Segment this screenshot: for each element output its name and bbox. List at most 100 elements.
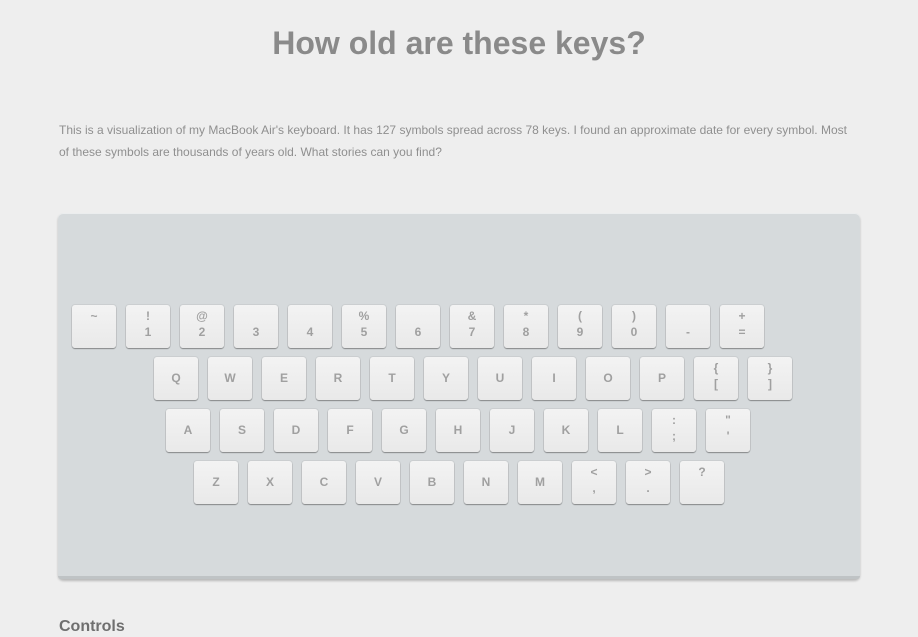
key-label: I xyxy=(552,371,556,385)
key-base-symbol: 7 xyxy=(468,325,476,339)
key-label: T xyxy=(388,371,396,385)
key-base-symbol: 4 xyxy=(306,325,314,339)
key-symbol[interactable]: & 7 xyxy=(450,305,494,348)
key-o[interactable]: O xyxy=(586,357,630,400)
key-shift-symbol: > xyxy=(644,465,652,479)
keyboard-visualization: ~! 1 @2 3 4% 5 6 & 7 * 8(9) 0- + = Q W E R T Y U I O P{[}] A S D F G… xyxy=(58,213,860,579)
key-label: G xyxy=(399,423,409,437)
key-shift-symbol: : xyxy=(672,413,676,427)
key-label: U xyxy=(495,371,505,385)
key-shift-symbol: & xyxy=(467,309,477,323)
key-label: Z xyxy=(212,475,220,489)
key-b[interactable]: B xyxy=(410,461,454,504)
key-label: F xyxy=(346,423,354,437)
key-label: N xyxy=(481,475,491,489)
key-a[interactable]: A xyxy=(166,409,210,452)
key-base-symbol: = xyxy=(738,325,746,339)
key-base-symbol: 9 xyxy=(576,325,584,339)
key-base-symbol: [ xyxy=(714,377,718,391)
key-t[interactable]: T xyxy=(370,357,414,400)
controls-heading: Controls xyxy=(59,618,125,635)
key-symbol[interactable]: " ' xyxy=(706,409,750,452)
key-p[interactable]: P xyxy=(640,357,684,400)
key-base-symbol: ; xyxy=(672,429,676,443)
key-label: R xyxy=(333,371,343,385)
key-label: Y xyxy=(441,371,450,385)
key-base-symbol: . xyxy=(646,481,650,495)
key-symbol[interactable]: @2 xyxy=(180,305,224,348)
key-base-symbol: 6 xyxy=(414,325,422,339)
key-symbol[interactable]: }] xyxy=(748,357,792,400)
key-n[interactable]: N xyxy=(464,461,508,504)
key-label: A xyxy=(183,423,193,437)
key-base-symbol: 5 xyxy=(360,325,368,339)
key-symbol[interactable]: ) 0 xyxy=(612,305,656,348)
key-e[interactable]: E xyxy=(262,357,306,400)
key-label: Q xyxy=(171,371,181,385)
key-symbol[interactable]: ! 1 xyxy=(126,305,170,348)
page-title: How old are these keys? xyxy=(272,25,646,61)
key-base-symbol: ' xyxy=(726,429,730,443)
key-j[interactable]: J xyxy=(490,409,534,452)
key-k[interactable]: K xyxy=(544,409,588,452)
key-r[interactable]: R xyxy=(316,357,360,400)
key-shift-symbol: < xyxy=(590,465,598,479)
key-symbol[interactable]: <, xyxy=(572,461,616,504)
key-shift-symbol: * xyxy=(523,309,529,323)
key-shift-symbol: % xyxy=(358,309,370,323)
key-symbol[interactable]: :; xyxy=(652,409,696,452)
intro-paragraph: This is a visualization of my MacBook Ai… xyxy=(59,123,847,159)
key-base-symbol: ] xyxy=(768,377,772,391)
key-y[interactable]: Y xyxy=(424,357,468,400)
key-g[interactable]: G xyxy=(382,409,426,452)
key-m[interactable]: M xyxy=(518,461,562,504)
key-symbol[interactable]: (9 xyxy=(558,305,602,348)
key-x[interactable]: X xyxy=(248,461,292,504)
key-symbol[interactable]: 4 xyxy=(288,305,332,348)
key-label: P xyxy=(657,371,666,385)
key-shift-symbol: ! xyxy=(146,309,150,323)
key-shift-symbol: @ xyxy=(196,309,208,323)
key-c[interactable]: C xyxy=(302,461,346,504)
key-label: W xyxy=(224,371,236,385)
key-z[interactable]: Z xyxy=(194,461,238,504)
key-symbol[interactable]: * 8 xyxy=(504,305,548,348)
key-v[interactable]: V xyxy=(356,461,400,504)
key-base-symbol: 1 xyxy=(144,325,152,339)
key-symbol[interactable]: % 5 xyxy=(342,305,386,348)
key-w[interactable]: W xyxy=(208,357,252,400)
key-s[interactable]: S xyxy=(220,409,264,452)
key-label: J xyxy=(508,423,516,437)
key-base-symbol: - xyxy=(686,325,690,339)
key-shift-symbol: ? xyxy=(698,465,706,479)
key-label: O xyxy=(603,371,613,385)
key-label: B xyxy=(427,475,437,489)
key-l[interactable]: L xyxy=(598,409,642,452)
key-shift-symbol: ( xyxy=(578,309,582,323)
key-symbol[interactable]: + = xyxy=(720,305,764,348)
key-symbol[interactable]: >. xyxy=(626,461,670,504)
key-label: C xyxy=(319,475,329,489)
key-symbol[interactable]: 6 xyxy=(396,305,440,348)
key-symbol[interactable]: 3 xyxy=(234,305,278,348)
key-shift-symbol: " xyxy=(725,413,731,427)
key-f[interactable]: F xyxy=(328,409,372,452)
key-label: H xyxy=(453,423,463,437)
key-base-symbol: 3 xyxy=(252,325,260,339)
key-label: D xyxy=(291,423,301,437)
key-symbol[interactable]: ? xyxy=(680,461,724,504)
key-symbol[interactable]: {[ xyxy=(694,357,738,400)
key-u[interactable]: U xyxy=(478,357,522,400)
key-h[interactable]: H xyxy=(436,409,480,452)
key-base-symbol: 2 xyxy=(198,325,206,339)
key-i[interactable]: I xyxy=(532,357,576,400)
key-d[interactable]: D xyxy=(274,409,318,452)
key-label: L xyxy=(616,423,624,437)
key-shift-symbol: } xyxy=(767,361,773,375)
key-base-symbol: 8 xyxy=(522,325,530,339)
key-label: S xyxy=(237,423,246,437)
key-symbol[interactable]: - xyxy=(666,305,710,348)
key-symbol[interactable]: ~ xyxy=(72,305,116,348)
key-q[interactable]: Q xyxy=(154,357,198,400)
key-label: V xyxy=(373,475,382,489)
